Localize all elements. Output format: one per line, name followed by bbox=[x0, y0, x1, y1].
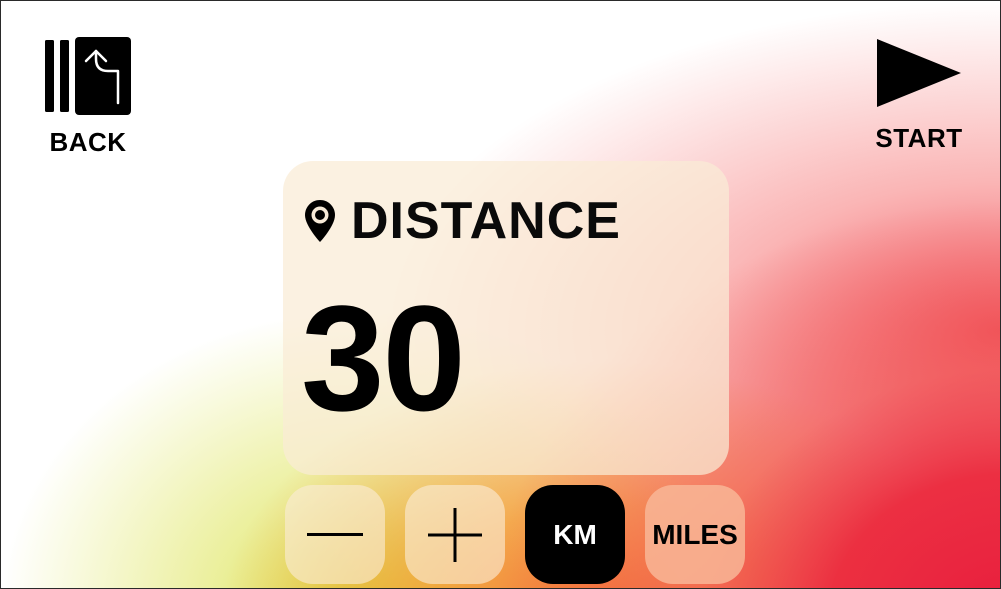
back-arrow-icon bbox=[45, 37, 131, 115]
start-button[interactable]: START bbox=[863, 35, 975, 157]
metric-value: 30 bbox=[301, 274, 466, 442]
back-button[interactable]: BACK bbox=[39, 35, 137, 157]
unit-miles-button[interactable]: MILES bbox=[645, 485, 745, 584]
distance-card: DISTANCE 30 bbox=[283, 161, 729, 475]
minus-icon bbox=[307, 532, 363, 536]
location-pin-icon bbox=[305, 200, 335, 242]
start-label: START bbox=[875, 123, 963, 153]
plus-icon bbox=[428, 507, 482, 562]
card-title: DISTANCE bbox=[303, 195, 621, 247]
metric-title: DISTANCE bbox=[351, 192, 621, 250]
back-label: BACK bbox=[49, 127, 127, 157]
play-icon bbox=[877, 39, 961, 107]
unit-km-button[interactable]: KM bbox=[525, 485, 625, 584]
increment-button[interactable] bbox=[405, 485, 505, 584]
screen: BACK START DISTANCE 30 KM MILES bbox=[0, 0, 1001, 589]
decrement-button[interactable] bbox=[285, 485, 385, 584]
